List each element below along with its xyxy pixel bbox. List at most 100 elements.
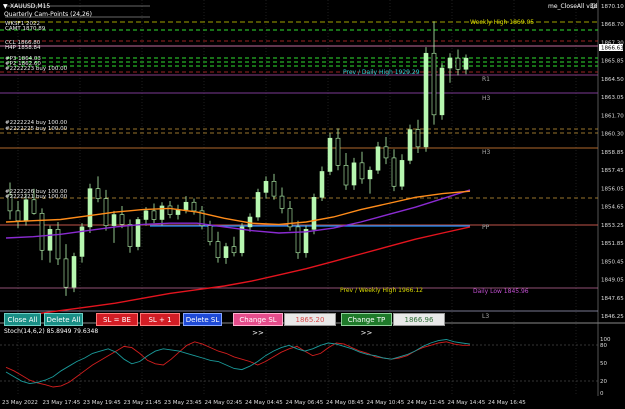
symbol-title: XAUUSD,M15 <box>10 3 50 10</box>
sl-plus-one-button[interactable]: SL + 1 <box>140 313 180 326</box>
candle-body <box>215 241 221 258</box>
price-tick: 1853.25 <box>601 223 624 229</box>
order-label-1: #2222223 buy 100.00 <box>5 66 68 72</box>
price-tick: 1847.65 <box>601 296 624 302</box>
candle-body <box>399 160 405 187</box>
h3-label-b: H3 <box>482 149 491 156</box>
candle-body <box>407 129 413 161</box>
sl-be-button[interactable]: SL = BE <box>96 313 138 326</box>
candle-body <box>143 210 149 220</box>
candle-body <box>279 195 285 209</box>
candle-body <box>159 205 165 220</box>
price-tick: 1856.05 <box>601 186 624 192</box>
stoch-title: Stoch(14,6,2) 85.8949 79.6348 <box>4 328 98 335</box>
candle-body <box>239 226 245 254</box>
price-tick: 1864.50 <box>601 77 624 83</box>
price-tick: 1860.30 <box>601 132 624 138</box>
candle-body <box>327 137 333 172</box>
candle-body <box>271 181 277 197</box>
h3-label-a: H3 <box>482 95 491 102</box>
candle-body <box>63 258 69 288</box>
candle-body <box>415 129 421 148</box>
time-tick: 23 May 19:45 <box>83 400 121 406</box>
time-tick: 24 May 12:45 <box>407 400 445 406</box>
candle-body <box>447 57 453 69</box>
left-level-labels: WKSF1 2022 CAMT 1870.89 CCL 1866.80 H4P … <box>5 21 46 67</box>
candle-body <box>455 57 461 70</box>
candle-body <box>71 256 77 288</box>
time-tick: 24 May 02:45 <box>205 400 243 406</box>
candle-body <box>183 201 189 210</box>
stoch-tick-0: 0 <box>600 391 604 397</box>
candle-body <box>391 157 397 187</box>
left-label-2: CAMT 1870.89 <box>5 26 46 32</box>
change-sl-button[interactable]: Change SL >> <box>233 313 283 337</box>
price-tick: 1868.70 <box>601 22 624 28</box>
candle-body <box>111 214 117 226</box>
price-tick: 1858.85 <box>601 150 624 156</box>
candle-body <box>39 213 45 251</box>
price-tick: 1861.70 <box>601 113 624 119</box>
smiley-icon: ☺ <box>590 3 596 10</box>
order-label-5: #2222221 buy 100.00 <box>5 194 68 200</box>
time-tick: 24 May 10:45 <box>367 400 405 406</box>
candle-body <box>255 192 261 218</box>
weekly-high-label: Weekly High 1869.05 <box>470 19 534 26</box>
candle-body <box>47 229 53 251</box>
current-price: 1866.63 <box>601 46 624 52</box>
candle-body <box>375 146 381 171</box>
time-tick: 24 May 14:45 <box>448 400 486 406</box>
price-tick: 1863.05 <box>601 95 624 101</box>
left-label-4: H4P 1858.84 <box>5 45 41 51</box>
price-tick: 1846.25 <box>601 314 624 320</box>
candle-body <box>127 224 133 247</box>
candle-body <box>367 169 373 180</box>
candle-body <box>103 198 109 226</box>
stoch-tick-50: 50 <box>600 361 607 367</box>
daily-low-label: Daily Low 1845.96 <box>473 288 529 295</box>
time-tick: 24 May 08:45 <box>326 400 364 406</box>
time-tick: 23 May 23:45 <box>164 400 202 406</box>
candle-body <box>359 162 365 180</box>
candle-body <box>343 165 349 186</box>
candle-body <box>23 199 29 222</box>
chevron-down-icon[interactable]: ▼ <box>3 3 8 10</box>
close-all-button[interactable]: Close All <box>4 313 41 326</box>
candle-body <box>95 188 101 199</box>
r1-label: R1 <box>482 76 490 83</box>
candle-body <box>135 219 141 247</box>
price-tick: 1849.05 <box>601 278 624 284</box>
change-tp-button[interactable]: Change TP >> <box>341 313 392 337</box>
candle-body <box>207 225 213 242</box>
price-tick: 1857.45 <box>601 168 624 174</box>
candle-body <box>15 210 21 222</box>
candle-body <box>31 199 37 214</box>
candle-body <box>439 67 445 116</box>
indicator-title: Quarterly Cam-Points (24,26) <box>4 11 92 18</box>
chart-window[interactable]: ▼ XAUUSD,M15 Quarterly Cam-Points (24,26… <box>0 0 625 409</box>
candle-body <box>295 226 301 254</box>
candle-body <box>463 57 469 70</box>
candle-body <box>87 188 93 228</box>
candle-body <box>423 52 429 148</box>
pp-label: PP <box>482 224 490 231</box>
prev-daily-high-label: Prev / Daily High 1929.29 <box>343 69 420 76</box>
prev-weekly-high-label: Prev / Weekly High 1966.12 <box>340 287 423 294</box>
candle-body <box>191 201 197 212</box>
tp-value-field[interactable]: 1866.96 <box>393 313 445 326</box>
candle-body <box>263 181 269 193</box>
time-tick: 24 May 06:45 <box>286 400 324 406</box>
candle-body <box>167 205 173 215</box>
candle-body <box>151 210 157 220</box>
price-tick: 1870.10 <box>601 4 624 10</box>
time-tick: 24 May 16:45 <box>488 400 526 406</box>
price-tick: 1865.85 <box>601 59 624 65</box>
candle-body <box>383 146 389 159</box>
candle-body <box>231 246 237 254</box>
delete-sl-button[interactable]: Delete SL <box>183 313 222 326</box>
price-tick: 1854.65 <box>601 205 624 211</box>
stoch-tick-80: 80 <box>600 343 607 349</box>
l3-label: L3 <box>482 313 489 320</box>
delete-all-button[interactable]: Delete All <box>44 313 83 326</box>
sl-value-field[interactable]: 1865.20 <box>284 313 336 326</box>
